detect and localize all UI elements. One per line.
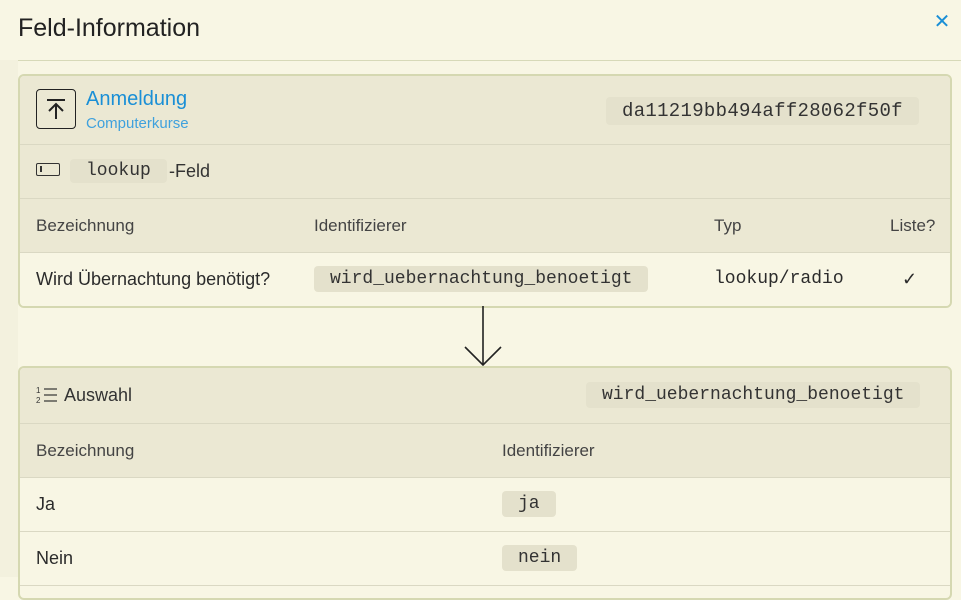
field-identifier: wird_uebernachtung_benoetigt <box>314 266 649 292</box>
options-table-header: Bezeichnung Identifizierer <box>20 424 950 478</box>
dialog-header: Feld-Information ✕ <box>0 0 961 61</box>
dialog-title: Feld-Information <box>18 14 201 42</box>
checkmark-icon: ✓ <box>902 269 918 289</box>
form-subtitle-link[interactable]: Computerkurse <box>86 115 189 132</box>
table-row: Nein nein <box>20 532 950 586</box>
dialog-left-strip <box>0 60 18 577</box>
option-identifier: nein <box>502 545 578 571</box>
text-field-icon <box>36 163 60 176</box>
header-bezeichnung: Bezeichnung <box>36 216 135 235</box>
field-info-dialog: Feld-Information ✕ Anmeldung Computerkur… <box>0 0 961 600</box>
svg-text:2: 2 <box>36 396 41 405</box>
header-liste: Liste? <box>890 216 936 235</box>
arrow-down-icon <box>464 306 502 367</box>
svg-text:1: 1 <box>36 386 41 395</box>
close-icon[interactable]: ✕ <box>932 10 952 34</box>
field-type-row: lookup -Feld <box>20 145 950 199</box>
upload-arrow-icon <box>36 89 76 129</box>
header-bezeichnung: Bezeichnung <box>36 441 135 460</box>
field-label: Wird Übernachtung benötigt? <box>36 269 271 289</box>
field-type-code: lookup <box>70 159 167 183</box>
field-type: lookup/radio <box>714 269 844 289</box>
field-card: Anmeldung Computerkurse da11219bb494aff2… <box>18 74 952 308</box>
form-name-link[interactable]: Anmeldung <box>86 88 187 111</box>
form-header: Anmeldung Computerkurse da11219bb494aff2… <box>20 76 950 145</box>
header-typ: Typ <box>714 216 742 235</box>
field-type-suffix: -Feld <box>169 161 211 181</box>
option-identifier: ja <box>502 491 556 517</box>
table-row: Ja ja <box>20 478 950 532</box>
numbered-list-icon: 1 2 <box>36 386 57 405</box>
option-label: Ja <box>36 494 56 514</box>
options-card: 1 2 Auswahl wird_uebernachtung_benoetigt… <box>18 366 952 600</box>
options-label: Auswahl <box>64 385 133 405</box>
table-row: Wird Übernachtung benötigt? wird_ueberna… <box>20 253 950 306</box>
header-identifizierer: Identifizierer <box>314 216 407 235</box>
options-header: 1 2 Auswahl wird_uebernachtung_benoetigt <box>20 368 950 424</box>
option-label: Nein <box>36 548 74 568</box>
field-table-header: Bezeichnung Identifizierer Typ Liste? <box>20 199 950 253</box>
form-id: da11219bb494aff28062f50f <box>606 97 919 125</box>
options-id: wird_uebernachtung_benoetigt <box>586 382 921 408</box>
header-identifizierer: Identifizierer <box>502 441 595 460</box>
